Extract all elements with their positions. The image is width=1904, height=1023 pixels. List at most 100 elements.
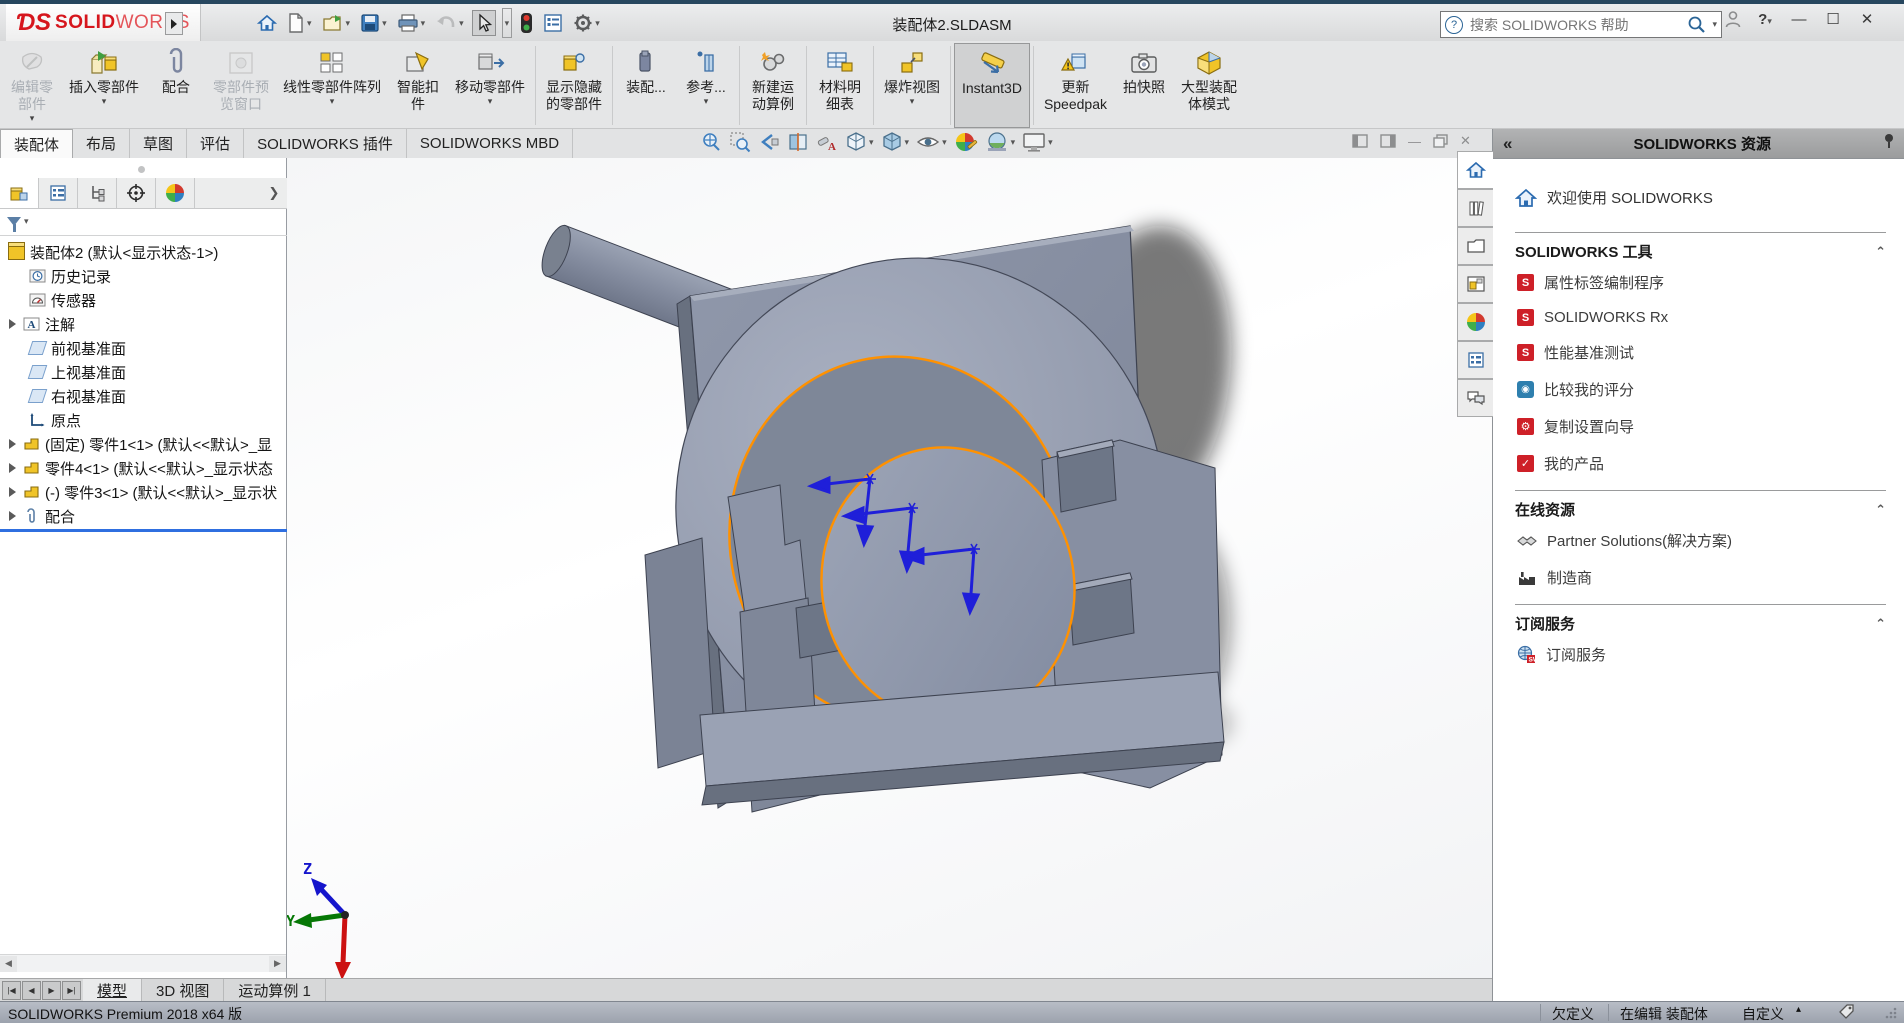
tab-appearances-scenes[interactable] [1457,303,1493,341]
tree-item-part4[interactable]: 零件4<1> (默认<<默认>_显示状态 [0,456,287,480]
view-settings-caret[interactable]: ▾ [1048,137,1053,148]
search-input[interactable] [1468,16,1682,34]
link-copy-settings-wizard[interactable]: ⚙复制设置向导 [1517,416,1886,437]
tab-solidworks-forum[interactable] [1457,379,1493,417]
collapse-chevron-icon[interactable]: ⌃ [1875,244,1886,260]
section-solidworks-tools[interactable]: SOLIDWORKS 工具 ⌃ [1515,241,1886,262]
close-button[interactable]: ✕ [1857,10,1877,28]
apply-scene-button[interactable]: ▾ [985,131,1016,153]
tab-custom-properties[interactable] [1457,341,1493,379]
dynamic-annotation-button[interactable]: A [816,131,838,153]
tab-solidworks-addins[interactable]: SOLIDWORKS 插件 [244,129,407,158]
welcome-link[interactable]: 欢迎使用 SOLIDWORKS [1515,187,1886,208]
expander-icon[interactable] [9,439,16,449]
ribbon-instant3d[interactable]: Instant3D [954,43,1030,128]
expander-icon[interactable] [9,511,16,521]
ribbon-bill-of-materials[interactable]: 材料明细表 [810,43,870,128]
tab-evaluate[interactable]: 评估 [187,129,244,158]
tree-item-part3[interactable]: (-) 零件3<1> (默认<<默认>_显示状 [0,480,287,504]
section-online-resources[interactable]: 在线资源 ⌃ [1515,499,1886,520]
tab-motion-study-1[interactable]: 运动算例 1 [224,979,326,1002]
tab-solidworks-resources[interactable] [1457,151,1493,189]
tag-icon[interactable] [1838,1003,1856,1023]
document-minimize-icon[interactable]: — [1408,134,1421,149]
previous-view-button[interactable] [758,131,780,153]
task-pane-collapse-button[interactable]: « [1493,134,1522,154]
display-style-caret[interactable]: ▾ [905,137,910,148]
tab-display-manager[interactable] [156,178,195,208]
scroll-left-icon[interactable]: ◀ [0,956,17,972]
panel-tabs-overflow[interactable]: ❯ [261,178,287,208]
link-subscription-services[interactable]: SW 订阅服务 [1517,644,1886,665]
tab-file-explorer[interactable] [1457,227,1493,265]
apply-scene-caret[interactable]: ▾ [1011,137,1016,148]
tree-filter-bar[interactable]: ▾ [0,208,287,236]
document-restore-icon[interactable] [1433,134,1448,148]
section-subscription-services[interactable]: 订阅服务 ⌃ [1515,613,1886,634]
view-orientation-caret[interactable]: ▾ [869,137,874,148]
tab-design-library[interactable] [1457,189,1493,227]
nav-next-icon[interactable]: ▶ [42,981,61,1000]
ribbon-update-speedpak[interactable]: 更新Speedpak [1037,43,1114,128]
window-previous-icon[interactable] [1352,134,1368,148]
ribbon-exploded-view[interactable]: 爆炸视图▾ [877,43,947,128]
ribbon-assembly-features[interactable]: 装配... [616,43,676,128]
tab-configuration-manager[interactable] [78,178,117,208]
tree-item-front-plane[interactable]: 前视基准面 [0,336,287,360]
tab-3d-views[interactable]: 3D 视图 [142,979,224,1002]
link-my-products[interactable]: ✓我的产品 [1517,453,1886,474]
nav-first-icon[interactable]: |◀ [2,981,21,1000]
tree-item-annotations[interactable]: A 注解 [0,312,287,336]
section-view-button[interactable] [787,131,809,153]
expander-icon[interactable] [9,487,16,497]
ribbon-reference-geometry[interactable]: 参考...▾ [676,43,736,128]
ribbon-component-preview[interactable]: 零部件预览窗口 [206,43,276,128]
help-menu-button[interactable]: ?▾ [1755,11,1775,28]
tab-feature-tree[interactable] [0,178,39,208]
link-manufacturers[interactable]: 制造商 [1517,567,1886,588]
tab-property-manager[interactable] [39,178,78,208]
help-search[interactable]: ? ▾ [1440,11,1722,38]
tab-sketch[interactable]: 草图 [130,129,187,158]
ribbon-mate[interactable]: 配合 [146,43,206,128]
ribbon-show-hidden-components[interactable]: 显示隐藏的零部件 [539,43,609,128]
display-style-button[interactable]: ▾ [881,131,910,153]
ribbon-large-assembly-mode[interactable]: 大型装配体模式 [1174,43,1244,128]
pin-icon[interactable] [1882,133,1904,154]
expander-icon[interactable] [9,463,16,473]
hide-show-items-button[interactable]: ▾ [916,131,947,153]
view-orientation-button[interactable]: ▾ [845,131,874,153]
panel-collapse-handle[interactable] [138,166,145,173]
ribbon-edit-component[interactable]: 编辑零部件▾ [2,43,62,128]
ribbon-smart-fasteners[interactable]: 智能扣件 [388,43,448,128]
zoom-to-fit-button[interactable] [700,131,722,153]
maximize-button[interactable]: ☐ [1823,10,1843,28]
tree-item-right-plane[interactable]: 右视基准面 [0,384,287,408]
ribbon-new-motion-study[interactable]: 新建运动算例 [743,43,803,128]
tab-model[interactable]: 模型 [83,979,142,1002]
link-compare-my-score[interactable]: ◉比较我的评分 [1517,379,1886,400]
nav-prev-icon[interactable]: ◀ [22,981,41,1000]
link-performance-benchmark[interactable]: S性能基准测试 [1517,342,1886,363]
hide-show-caret[interactable]: ▾ [942,137,947,148]
ribbon-linear-pattern[interactable]: 线性零部件阵列▾ [276,43,388,128]
tab-layout[interactable]: 布局 [73,129,130,158]
tab-dimxpert[interactable] [117,178,156,208]
units-caret-icon[interactable]: ▴ [1796,1004,1801,1015]
tab-view-palette[interactable] [1457,265,1493,303]
resize-grip[interactable] [1884,1006,1898,1023]
scroll-right-icon[interactable]: ▶ [269,956,286,972]
tree-item-origin[interactable]: 原点 [0,408,287,432]
tree-item-top-plane[interactable]: 上视基准面 [0,360,287,384]
search-scope-caret[interactable]: ▾ [1712,19,1717,30]
tree-root-assembly[interactable]: 装配体2 (默认<显示状态-1>) [0,240,287,264]
link-property-tab-builder[interactable]: S属性标签编制程序 [1517,272,1886,293]
collapse-chevron-icon[interactable]: ⌃ [1875,502,1886,518]
tree-item-history[interactable]: 历史记录 [0,264,287,288]
tree-horizontal-scrollbar[interactable]: ◀ ▶ [0,954,286,972]
window-next-icon[interactable] [1380,134,1396,148]
link-solidworks-rx[interactable]: SSOLIDWORKS Rx [1517,309,1886,326]
tab-assembly[interactable]: 装配体 [0,129,73,158]
rollback-bar[interactable] [0,529,287,532]
filter-caret[interactable]: ▾ [24,216,29,227]
